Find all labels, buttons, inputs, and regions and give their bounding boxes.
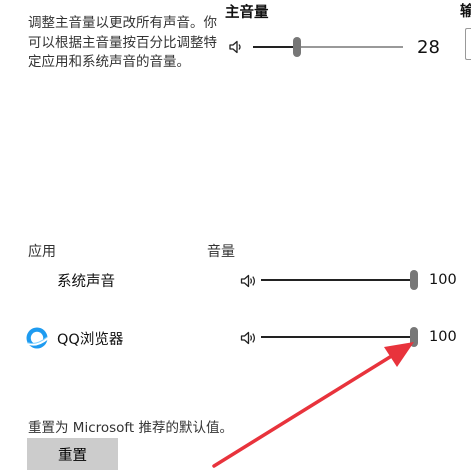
system-sounds-volume-slider[interactable] xyxy=(261,270,418,290)
cut-off-column-title: 输 xyxy=(460,4,471,20)
cut-off-dropdown[interactable] xyxy=(465,28,471,60)
column-header-volume: 音量 xyxy=(207,244,235,260)
qq-browser-track-filled xyxy=(261,336,414,338)
system-sounds-thumb[interactable] xyxy=(410,270,418,290)
speaker-high-icon[interactable] xyxy=(240,330,260,346)
master-volume-title: 主音量 xyxy=(225,5,269,21)
master-volume-description: 调整主音量以更改所有声音。你可以根据主音量按百分比调整特定应用和系统声音的音量。 xyxy=(28,15,217,70)
system-sounds-volume-value: 100 xyxy=(429,272,457,288)
master-volume-track-empty xyxy=(296,46,403,48)
reset-button[interactable]: 重置 xyxy=(27,438,118,470)
app-volume-settings-panel: 调整主音量以更改所有声音。你可以根据主音量按百分比调整特定应用和系统声音的音量。… xyxy=(0,0,471,473)
qq-browser-thumb[interactable] xyxy=(410,327,418,347)
app-name-qq-browser: QQ浏览器 xyxy=(57,332,124,348)
app-name-system-sounds: 系统声音 xyxy=(57,274,115,290)
speaker-low-icon[interactable] xyxy=(228,39,244,55)
master-volume-value: 28 xyxy=(417,37,440,58)
system-sounds-track-filled xyxy=(261,279,414,281)
master-volume-thumb[interactable] xyxy=(292,37,301,57)
master-volume-slider[interactable] xyxy=(253,37,403,57)
master-volume-track-filled xyxy=(253,46,297,48)
reset-description: 重置为 Microsoft 推荐的默认值。 xyxy=(28,420,234,436)
annotation-arrow-shaft xyxy=(212,350,400,468)
qq-browser-volume-value: 100 xyxy=(429,329,457,345)
column-header-app: 应用 xyxy=(28,244,56,260)
qq-browser-volume-slider[interactable] xyxy=(261,327,418,347)
qq-browser-icon xyxy=(26,327,49,349)
speaker-high-icon[interactable] xyxy=(240,273,260,289)
